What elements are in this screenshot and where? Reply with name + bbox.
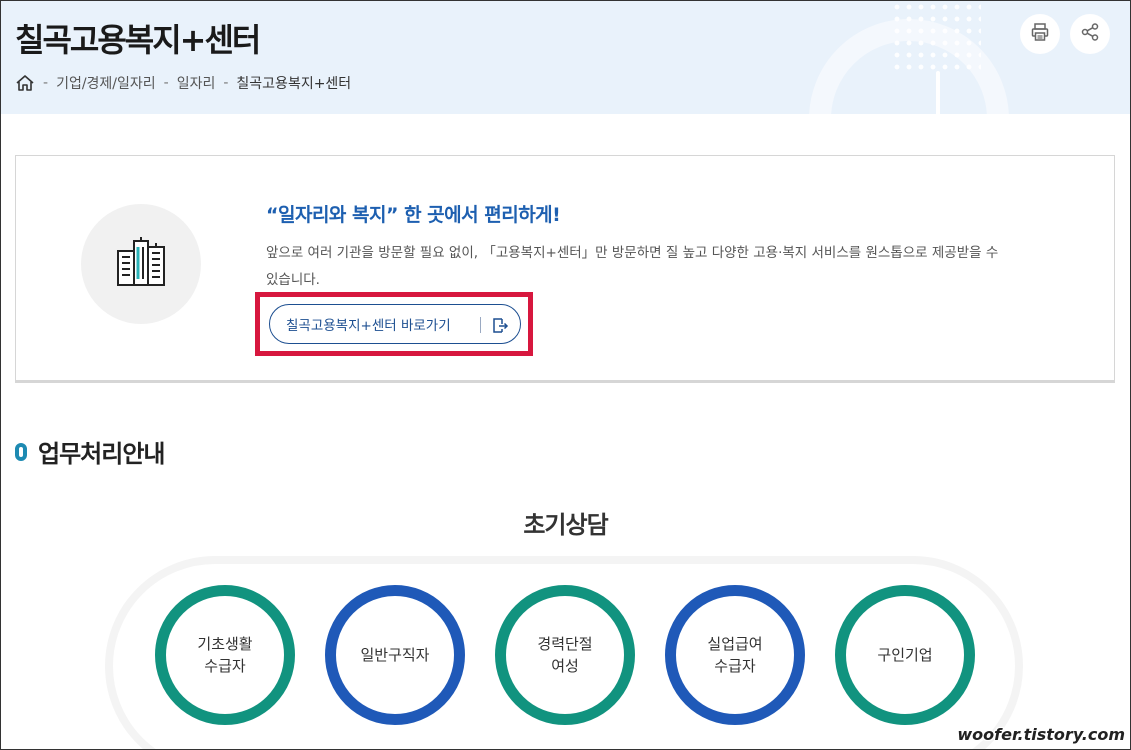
page-title: 칠곡고용복지+센터 [15, 21, 261, 59]
breadcrumb-item-economy[interactable]: 기업/경제/일자리 [56, 73, 156, 93]
stage-circle-hiring-company: 구인기업 [835, 585, 975, 725]
stage-label: 일반구직자 [360, 646, 430, 664]
stage-circle-unemployment-benefit: 실업급여 수급자 [665, 585, 805, 725]
breadcrumb-item-jobs[interactable]: 일자리 [177, 73, 216, 93]
stage-circle-career-break-women: 경력단절 여성 [495, 585, 635, 725]
building-icon [114, 235, 168, 293]
building-icon-bubble [81, 204, 201, 324]
page-header: 칠곡고용복지+센터 - 기업/경제/일자리 - 일자리 - 칠곡고용복지+센터 [1, 1, 1130, 114]
section-title-text: 업무처리안내 [38, 440, 165, 468]
header-decoration-dots [891, 1, 981, 71]
breadcrumb-separator: - [43, 75, 49, 91]
stage-label: 구인기업 [877, 646, 933, 664]
share-button[interactable] [1070, 14, 1110, 54]
stage-label: 경력단절 여성 [537, 635, 593, 675]
center-shortcut-label: 칠곡고용복지+센터 바로가기 [286, 318, 451, 334]
stage-title: 초기상담 [523, 511, 608, 539]
intro-description: 앞으로 여러 기관을 방문할 필요 없이, 「고용복지+센터」만 방문하면 질 … [266, 245, 999, 288]
header-decoration-line [936, 71, 940, 114]
external-link-icon [490, 315, 510, 339]
section-marker-icon [15, 442, 27, 461]
section-title: 업무처리안내 [15, 434, 165, 469]
stage-label: 실업급여 수급자 [707, 635, 763, 675]
watermark: woofer.tistory.com [957, 725, 1125, 744]
intro-box: “일자리와 복지” 한 곳에서 편리하게! 앞으로 여러 기관을 방문할 필요 … [15, 155, 1115, 383]
print-button[interactable] [1020, 14, 1060, 54]
button-divider [480, 317, 481, 333]
home-icon[interactable] [15, 74, 35, 92]
stage-label: 기초생활 수급자 [197, 635, 253, 675]
print-icon [1030, 22, 1050, 46]
stage-circle-job-seeker: 일반구직자 [325, 585, 465, 725]
intro-headline: “일자리와 복지” 한 곳에서 편리하게! [266, 204, 561, 226]
breadcrumb-item-current: 칠곡고용복지+센터 [236, 76, 352, 92]
center-shortcut-button[interactable]: 칠곡고용복지+센터 바로가기 [269, 304, 521, 344]
stage-circle-basic-livelihood: 기초생활 수급자 [155, 585, 295, 725]
breadcrumb-separator: - [223, 75, 229, 91]
breadcrumb-separator: - [163, 75, 169, 91]
breadcrumb: - 기업/경제/일자리 - 일자리 - 칠곡고용복지+센터 [15, 73, 351, 93]
share-icon [1080, 22, 1100, 46]
